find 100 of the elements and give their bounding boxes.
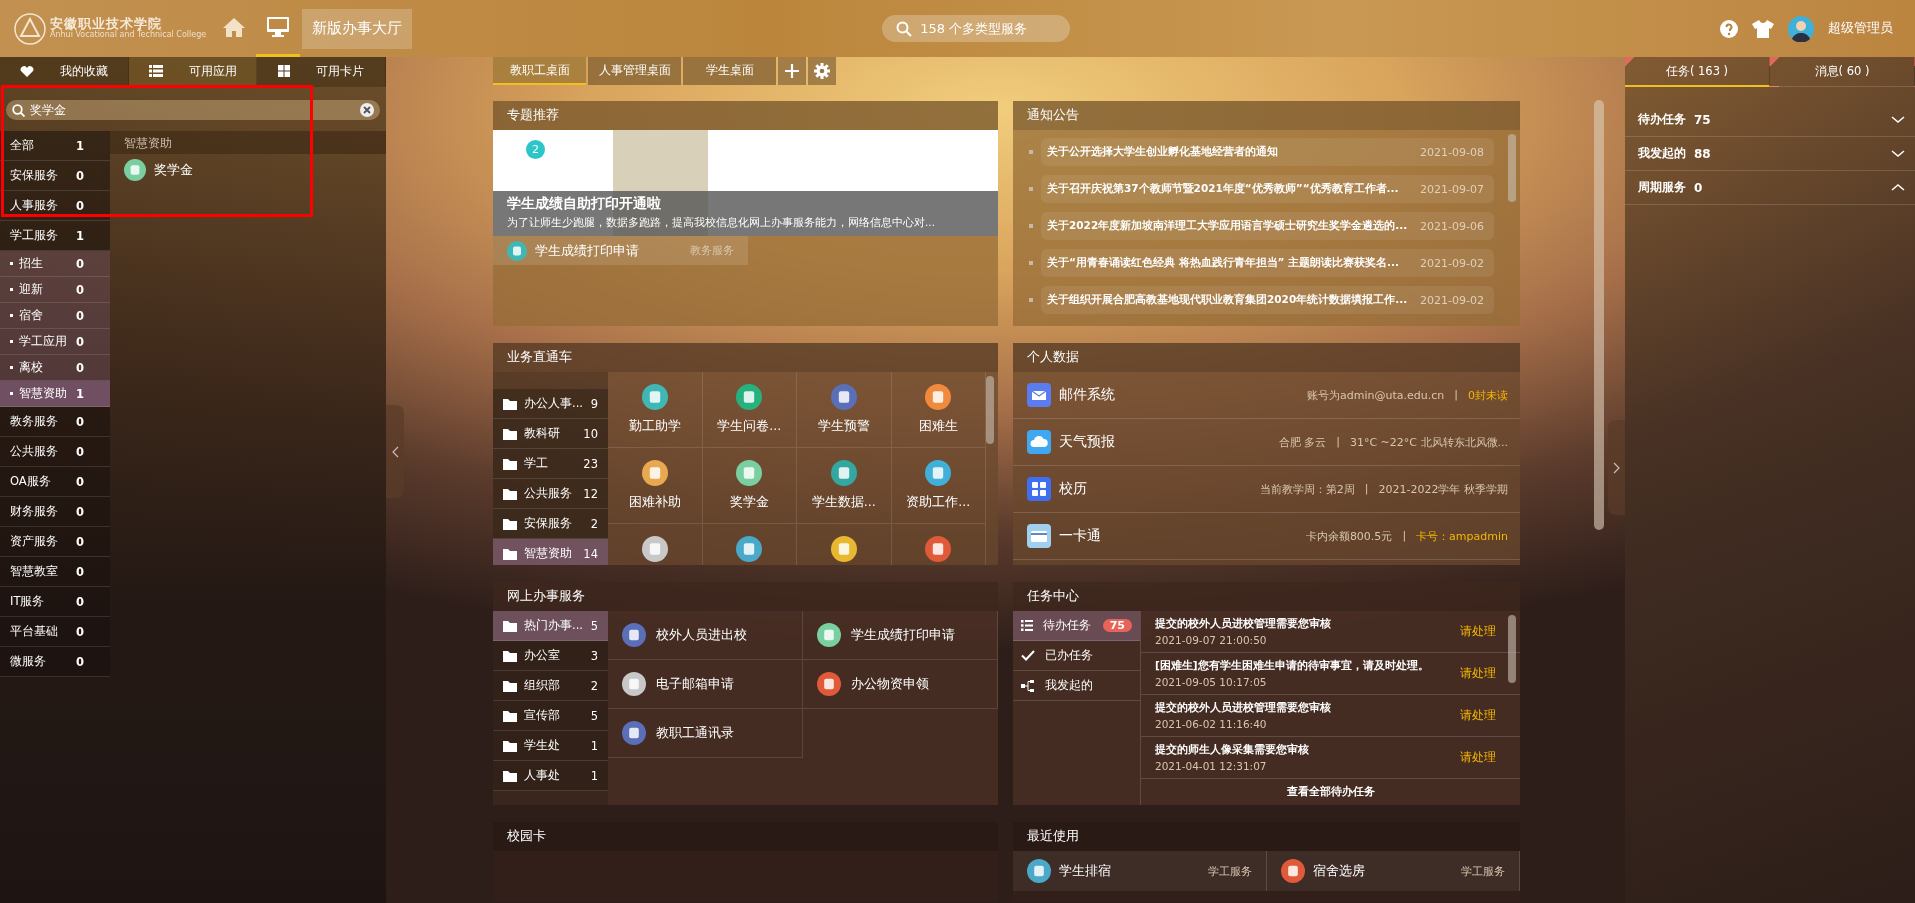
- avatar-icon[interactable]: [1788, 15, 1814, 42]
- app-tile[interactable]: 学生成绩打印申请: [803, 611, 998, 660]
- help-icon[interactable]: [1720, 19, 1738, 38]
- process-link[interactable]: 请处理: [1460, 665, 1496, 682]
- category-item[interactable]: 人事服务 0: [0, 191, 110, 221]
- folder-icon: [503, 739, 517, 752]
- category-item[interactable]: 资产服务 0: [0, 527, 110, 557]
- section-header[interactable]: 待办任务 75: [1625, 103, 1915, 137]
- category-item[interactable]: 学工应用 0: [0, 329, 110, 355]
- menu-item[interactable]: 已办任务: [1013, 641, 1140, 671]
- category-item[interactable]: 教科研 10: [493, 419, 608, 449]
- folder-icon: [503, 457, 517, 470]
- category-item[interactable]: OA服务 0: [0, 467, 110, 497]
- app-tile[interactable]: 教职工通讯录: [608, 709, 803, 758]
- app-tile[interactable]: 学生预警: [797, 372, 892, 448]
- section-header[interactable]: 周期服务 0: [1625, 171, 1915, 205]
- category-item[interactable]: 智慧资助 14: [493, 539, 608, 565]
- desktop-tab[interactable]: 人事管理桌面: [588, 57, 681, 85]
- folder-icon: [503, 769, 517, 782]
- category-item[interactable]: IT服务 0: [0, 587, 110, 617]
- collapse-handle[interactable]: [1608, 420, 1625, 515]
- category-item[interactable]: 智慧资助 1: [0, 381, 110, 407]
- detail-text: |: [1364, 481, 1369, 497]
- category-item[interactable]: 宣传部 5: [493, 701, 608, 731]
- category-item[interactable]: 安保服务 2: [493, 509, 608, 539]
- app-tile[interactable]: 电子邮箱申请: [608, 660, 803, 709]
- clear-icon[interactable]: [360, 103, 374, 117]
- desktop-tab[interactable]: 教职工桌面: [493, 57, 586, 85]
- recent-app[interactable]: 学生排宿 学工服务: [1013, 851, 1267, 891]
- process-link[interactable]: 请处理: [1460, 707, 1496, 724]
- category-item[interactable]: 迎新 0: [0, 277, 110, 303]
- menu-item[interactable]: 我发起的: [1013, 671, 1140, 701]
- category-item[interactable]: 办公人事... 9: [493, 389, 608, 419]
- category-item[interactable]: 离校 0: [0, 355, 110, 381]
- bullet-icon: [1029, 150, 1033, 154]
- category-item[interactable]: 学工服务 1: [0, 221, 110, 251]
- service-name[interactable]: 天气预报: [1059, 433, 1115, 451]
- app-tile[interactable]: 办公物资申领: [803, 660, 998, 709]
- panel-tab[interactable]: 我的收藏: [0, 57, 129, 87]
- scrollbar-thumb[interactable]: [1508, 134, 1516, 202]
- category-item[interactable]: 公共服务 12: [493, 479, 608, 509]
- add-button[interactable]: [778, 57, 806, 85]
- section-header[interactable]: 我发起的 88: [1625, 137, 1915, 171]
- shirt-icon[interactable]: [1752, 19, 1774, 38]
- category-item[interactable]: 招生 0: [0, 251, 110, 277]
- check-icon: [1021, 650, 1035, 661]
- app-tile[interactable]: 勤工助学: [608, 372, 703, 448]
- app-tile[interactable]: 奖学金: [702, 448, 797, 524]
- view-all-link[interactable]: 查看全部待办任务: [1141, 779, 1520, 805]
- task-title[interactable]: [困难生]您有学生困难生申请的待审事宜，请及时处理。: [1155, 659, 1460, 673]
- app-icon: [641, 536, 668, 562]
- app-item[interactable]: 奖学金: [110, 154, 207, 186]
- category-item[interactable]: 智慧教室 0: [0, 557, 110, 587]
- folder-icon: [503, 679, 517, 692]
- task-title[interactable]: 提交的校外人员进校管理需要您审核: [1155, 617, 1460, 631]
- scrollbar-thumb[interactable]: [986, 376, 994, 444]
- panel-tab[interactable]: 任务( 163 ): [1625, 57, 1770, 87]
- banner-headline: 学生成绩自助打印开通啦: [507, 195, 662, 213]
- scrollbar-thumb[interactable]: [1594, 100, 1604, 530]
- category-item[interactable]: 教务服务 0: [0, 407, 110, 437]
- category-item[interactable]: 热门办事... 5: [493, 611, 608, 641]
- notice-item[interactable]: 关于组织开展合肥高教基地现代职业教育集团2020年统计数据填报工作... 2021-09-02: [1041, 286, 1494, 314]
- panel-tab[interactable]: 可用卡片: [257, 57, 386, 87]
- app-tile[interactable]: 困难生: [891, 372, 986, 448]
- desktop-tab[interactable]: 学生桌面: [683, 57, 776, 85]
- process-link[interactable]: 请处理: [1460, 623, 1496, 640]
- panel-tab[interactable]: 可用应用: [128, 57, 258, 87]
- category-item[interactable]: 宿舍 0: [0, 303, 110, 329]
- app-icon: [507, 240, 527, 261]
- app-tile[interactable]: 资助工作...: [891, 448, 986, 524]
- service-name[interactable]: 邮件系统: [1059, 386, 1115, 404]
- category-item[interactable]: 安保服务 0: [0, 161, 110, 191]
- panel-title: 网上办事服务: [493, 582, 998, 611]
- menu-item[interactable]: 待办任务 75: [1013, 611, 1140, 641]
- category-item[interactable]: 微服务 0: [0, 647, 110, 677]
- process-link[interactable]: 请处理: [1460, 749, 1496, 766]
- app-tile[interactable]: 学生数据...: [797, 448, 892, 524]
- category-item[interactable]: 人事处 1: [493, 761, 608, 791]
- service-name[interactable]: 一卡通: [1059, 527, 1101, 545]
- app-tile[interactable]: 学生问卷...: [702, 372, 797, 448]
- task-title[interactable]: 提交的校外人员进校管理需要您审核: [1155, 701, 1460, 715]
- category-item[interactable]: 公共服务 0: [0, 437, 110, 467]
- category-item[interactable]: 学生处 1: [493, 731, 608, 761]
- list-icon: [148, 65, 163, 77]
- category-item[interactable]: 组织部 2: [493, 671, 608, 701]
- task-title[interactable]: 提交的师生人像采集需要您审核: [1155, 743, 1460, 757]
- category-item[interactable]: 学工 23: [493, 449, 608, 479]
- collapse-handle[interactable]: [386, 405, 404, 498]
- settings-button[interactable]: [808, 57, 836, 85]
- category-item[interactable]: 全部 1: [0, 131, 110, 161]
- app-tile[interactable]: 校外人员进出校: [608, 611, 803, 660]
- category-item[interactable]: 办公室 3: [493, 641, 608, 671]
- category-item[interactable]: 财务服务 0: [0, 497, 110, 527]
- app-tile[interactable]: 困难补助: [608, 448, 703, 524]
- panel-tab[interactable]: 消息( 60 ): [1770, 57, 1915, 87]
- service-name[interactable]: 校历: [1059, 480, 1087, 498]
- recent-app[interactable]: 宿舍选房 学工服务: [1266, 851, 1520, 891]
- detail-text: 当前教学周：第2周: [1259, 481, 1355, 497]
- category-item[interactable]: 平台基础 0: [0, 617, 110, 647]
- scrollbar-thumb[interactable]: [1508, 615, 1516, 683]
